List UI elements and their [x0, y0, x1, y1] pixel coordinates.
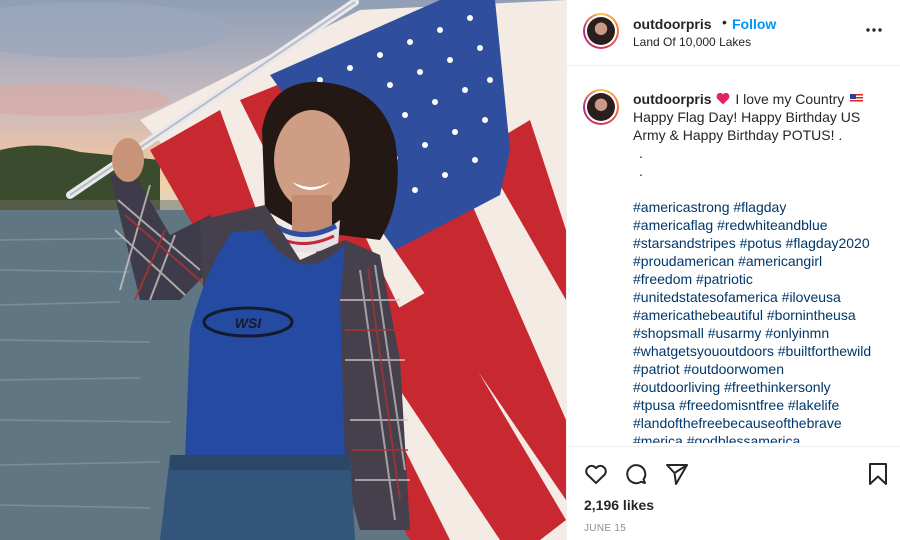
- hashtag-link[interactable]: #redwhiteandblue: [717, 217, 828, 233]
- hashtag-link[interactable]: #proudamerican: [633, 253, 734, 269]
- hashtag-link[interactable]: #freedom: [633, 271, 692, 287]
- like-count[interactable]: 2,196 likes: [584, 497, 654, 513]
- post-sidebar: outdoorpris • Follow Land Of 10,000 Lake…: [566, 0, 900, 540]
- hashtag-link[interactable]: #merica: [633, 433, 683, 443]
- hashtag-link[interactable]: #flagday2020: [786, 235, 870, 251]
- hashtag-line: #outdoorliving #freethinkersonly: [633, 378, 895, 396]
- hashtag-link[interactable]: #americaflag: [633, 217, 713, 233]
- hashtag-link[interactable]: #freedomisntfree: [679, 397, 784, 413]
- hashtag-link[interactable]: #lakelife: [788, 397, 839, 413]
- paper-plane-icon[interactable]: [664, 461, 690, 487]
- hashtag-line: #freedom #patriotic: [633, 270, 895, 288]
- hashtag-line: #landofthefreebecauseofthebrave: [633, 414, 895, 432]
- caption-dot: .: [639, 145, 643, 161]
- hashtag-line: #merica #godblessamerica: [633, 432, 895, 443]
- caption-text-line-1: I love my Country: [735, 91, 845, 107]
- hashtag-link[interactable]: #patriot: [633, 361, 680, 377]
- hashtag-line: #patriot #outdoorwomen: [633, 360, 895, 378]
- comment-bubble-icon[interactable]: [623, 461, 649, 487]
- hashtag-link[interactable]: #patriotic: [696, 271, 753, 287]
- post-caption: outdoorpris I love my Country Happy Flag…: [633, 90, 895, 443]
- post-photo[interactable]: WSI: [0, 0, 566, 540]
- hashtag-link[interactable]: #americastrong: [633, 199, 730, 215]
- hashtag-line: #shopsmall #usarmy #onlyinmn: [633, 324, 895, 342]
- hashtag-line: #americaflag #redwhiteandblue: [633, 216, 895, 234]
- caption-dot: .: [639, 163, 643, 179]
- hashtag-link[interactable]: #flagday: [733, 199, 786, 215]
- avatar[interactable]: [583, 13, 619, 49]
- hashtag-link[interactable]: #starsandstripes: [633, 235, 736, 251]
- hashtag-line: #starsandstripes #potus #flagday2020: [633, 234, 895, 252]
- hashtag-link[interactable]: #unitedstatesofamerica: [633, 289, 778, 305]
- post-actions: 2,196 likes JUNE 15: [567, 446, 900, 540]
- post-header: outdoorpris • Follow Land Of 10,000 Lake…: [567, 0, 900, 66]
- header-separator: •: [722, 14, 727, 30]
- hashtag-link[interactable]: #godblessamerica: [687, 433, 801, 443]
- hashtag-line: #unitedstatesofamerica #iloveusa: [633, 288, 895, 306]
- hashtag-link[interactable]: #onlyinmn: [765, 325, 829, 341]
- hashtag-line: #americathebeautiful #bornintheusa: [633, 306, 895, 324]
- hashtag-link[interactable]: #builtforthewild: [778, 343, 871, 359]
- more-options-icon[interactable]: [864, 20, 884, 40]
- post-date[interactable]: JUNE 15: [584, 523, 626, 534]
- hashtag-link[interactable]: #americathebeautiful: [633, 307, 763, 323]
- shirt-logo-text: WSI: [235, 315, 263, 331]
- hashtag-line: #whatgetsyououtdoors #builtforthewild: [633, 342, 895, 360]
- hashtag-line: #proudamerican #americangirl: [633, 252, 895, 270]
- hashtag-link[interactable]: #outdoorwomen: [684, 361, 784, 377]
- hashtag-link[interactable]: #whatgetsyououtdoors: [633, 343, 774, 359]
- hashtag-link[interactable]: #shopsmall: [633, 325, 704, 341]
- hashtag-link[interactable]: #outdoorliving: [633, 379, 720, 395]
- caption-avatar[interactable]: [583, 89, 619, 125]
- red-heart-emoji-icon: [716, 92, 730, 105]
- us-flag-emoji-icon: [850, 94, 864, 103]
- caption-username[interactable]: outdoorpris: [633, 91, 712, 107]
- caption-area: outdoorpris I love my Country Happy Flag…: [567, 67, 900, 443]
- hashtag-line: #tpusa #freedomisntfree #lakelife: [633, 396, 895, 414]
- hashtag-link[interactable]: #americangirl: [738, 253, 822, 269]
- bookmark-icon[interactable]: [865, 461, 891, 487]
- heart-outline-icon[interactable]: [583, 461, 609, 487]
- hashtag-link[interactable]: #freethinkersonly: [724, 379, 831, 395]
- hashtag-list: #americastrong #flagday #americaflag #red…: [633, 198, 895, 443]
- hashtag-link[interactable]: #iloveusa: [782, 289, 841, 305]
- hashtag-link[interactable]: #bornintheusa: [767, 307, 856, 323]
- hashtag-link[interactable]: #tpusa: [633, 397, 675, 413]
- hashtag-link[interactable]: #usarmy: [708, 325, 762, 341]
- hashtag-link[interactable]: #potus: [740, 235, 782, 251]
- hashtag-link[interactable]: #landofthefreebecauseofthebrave: [633, 415, 842, 431]
- caption-text-line-2: Happy Flag Day! Happy Birthday US Army &…: [633, 109, 861, 143]
- header-username[interactable]: outdoorpris: [633, 16, 712, 32]
- hashtag-line: #americastrong #flagday: [633, 198, 895, 216]
- location-link[interactable]: Land Of 10,000 Lakes: [633, 35, 751, 49]
- follow-button[interactable]: Follow: [732, 16, 776, 32]
